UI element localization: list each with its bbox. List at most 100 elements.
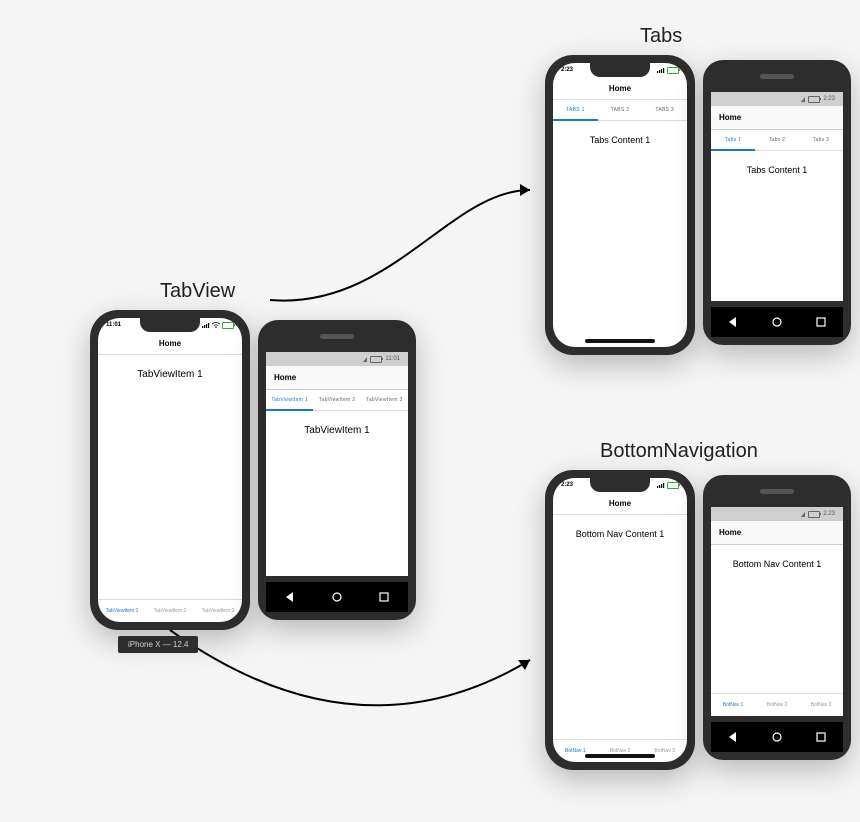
signal-icon [801, 512, 805, 517]
arrow-to-bottomnav [170, 630, 550, 740]
tab-1[interactable]: Tabs 1 [711, 130, 755, 150]
back-icon[interactable] [727, 316, 739, 328]
wifi-icon [212, 322, 220, 328]
speaker-icon [320, 334, 354, 339]
notch-icon [590, 478, 650, 492]
tabs-title: Tabs [640, 25, 682, 48]
status-bar: 2:23 [711, 92, 843, 106]
signal-icon [363, 357, 367, 362]
tab-2[interactable]: TABS 2 [598, 100, 643, 120]
bottomnav-title: BottomNavigation [600, 440, 758, 463]
status-time: 11:01 [106, 322, 121, 328]
home-icon[interactable] [771, 731, 783, 743]
status-time: 2:23 [823, 511, 835, 517]
tab-strip: Tabs 1 Tabs 2 Tabs 3 [711, 130, 843, 151]
bottomnav-item-3[interactable]: BotNav 3 [642, 740, 687, 762]
nav-bar: Home [553, 77, 687, 100]
signal-icon [202, 322, 210, 328]
tabview-title: TabView [160, 280, 235, 303]
tabview-ios-screen: 11:01 Home TabViewItem 1 TabViewItem 1 T… [98, 318, 242, 622]
status-time: 2:23 [561, 482, 573, 488]
content-text: Tabs Content 1 [747, 165, 808, 175]
bottomnav-android-device: 2:23 Home Bottom Nav Content 1 BotNav 1 … [703, 475, 851, 760]
app-bar: Home [266, 366, 408, 390]
battery-icon [222, 322, 234, 329]
tabview-android-device: 11:01 Home TabViewItem 1 TabViewItem 2 T… [258, 320, 416, 620]
android-system-nav [711, 307, 843, 337]
bottomnav-item-1[interactable]: BotNav 1 [711, 694, 755, 716]
bottomnav-ios-device: 2:23 Home Bottom Nav Content 1 BotNav 1 … [545, 470, 695, 770]
content-area: Bottom Nav Content 1 [553, 515, 687, 739]
content-area: Bottom Nav Content 1 [711, 545, 843, 693]
signal-icon [657, 482, 665, 488]
tabbar-item-1[interactable]: TabViewItem 1 [98, 600, 146, 622]
home-icon[interactable] [771, 316, 783, 328]
nav-title: Home [159, 339, 181, 348]
app-bar: Home [711, 106, 843, 130]
tabbar-item-3[interactable]: TabViewItem 3 [194, 600, 242, 622]
nav-title: Home [609, 84, 631, 93]
back-icon[interactable] [727, 731, 739, 743]
content-area: Tabs Content 1 [553, 121, 687, 347]
tabs-android-device: 2:23 Home Tabs 1 Tabs 2 Tabs 3 Tabs Cont… [703, 60, 851, 345]
tabview-ios-device: 11:01 Home TabViewItem 1 TabViewItem 1 T… [90, 310, 250, 630]
app-title: Home [719, 113, 741, 122]
bottomnav-item-2[interactable]: BotNav 2 [598, 740, 643, 762]
tabview-android-screen: 11:01 Home TabViewItem 1 TabViewItem 2 T… [266, 352, 408, 576]
status-time: 2:23 [561, 67, 573, 73]
nav-title: Home [609, 499, 631, 508]
home-indicator-icon [585, 339, 655, 343]
content-area: TabViewItem 1 [98, 355, 242, 599]
tab-strip: TabViewItem 1 TabViewItem 2 TabViewItem … [266, 390, 408, 411]
device-label: iPhone X — 12.4 [118, 636, 198, 653]
arrow-to-tabs [270, 180, 550, 320]
battery-icon [370, 356, 382, 363]
tab-3[interactable]: Tabs 3 [799, 130, 843, 150]
nav-bar: Home [553, 492, 687, 515]
content-area: TabViewItem 1 [266, 411, 408, 576]
speaker-icon [760, 74, 794, 79]
bottom-tabbar: TabViewItem 1 TabViewItem 2 TabViewItem … [98, 599, 242, 622]
signal-icon [801, 97, 805, 102]
battery-icon [808, 511, 820, 518]
app-bar: Home [711, 521, 843, 545]
home-icon[interactable] [331, 591, 343, 603]
speaker-icon [760, 489, 794, 494]
content-text: Bottom Nav Content 1 [576, 529, 665, 539]
battery-icon [667, 482, 679, 489]
status-bar: 2:23 [711, 507, 843, 521]
diagram-canvas: TabView Tabs BottomNavigation 11:01 [0, 0, 860, 822]
bottom-navbar: BotNav 1 BotNav 2 BotNav 3 [711, 693, 843, 716]
nav-bar: Home [98, 332, 242, 355]
status-bar: 11:01 [266, 352, 408, 366]
recent-icon[interactable] [815, 316, 827, 328]
bottom-navbar: BotNav 1 BotNav 2 BotNav 3 [553, 739, 687, 762]
recent-icon[interactable] [815, 731, 827, 743]
app-title: Home [719, 528, 741, 537]
bottomnav-item-3[interactable]: BotNav 3 [799, 694, 843, 716]
signal-icon [657, 67, 665, 73]
bottomnav-item-1[interactable]: BotNav 1 [553, 740, 598, 762]
content-area: Tabs Content 1 [711, 151, 843, 301]
tabs-ios-device: 2:23 Home TABS 1 TABS 2 TABS 3 Tabs Cont… [545, 55, 695, 355]
home-indicator-icon [585, 754, 655, 758]
content-text: Tabs Content 1 [590, 135, 651, 145]
tab-3[interactable]: TabViewItem 3 [361, 390, 408, 410]
notch-icon [140, 318, 200, 332]
tabbar-item-2[interactable]: TabViewItem 2 [146, 600, 194, 622]
tab-1[interactable]: TABS 1 [553, 100, 598, 120]
content-text: TabViewItem 1 [304, 425, 369, 436]
tab-2[interactable]: TabViewItem 2 [313, 390, 360, 410]
tab-2[interactable]: Tabs 2 [755, 130, 799, 150]
back-icon[interactable] [284, 591, 296, 603]
notch-icon [590, 63, 650, 77]
tab-1[interactable]: TabViewItem 1 [266, 390, 313, 410]
status-time: 2:23 [823, 96, 835, 102]
recent-icon[interactable] [378, 591, 390, 603]
android-system-nav [711, 722, 843, 752]
content-text: Bottom Nav Content 1 [733, 559, 822, 569]
bottomnav-item-2[interactable]: BotNav 2 [755, 694, 799, 716]
tab-3[interactable]: TABS 3 [642, 100, 687, 120]
tab-strip: TABS 1 TABS 2 TABS 3 [553, 100, 687, 121]
battery-icon [808, 96, 820, 103]
